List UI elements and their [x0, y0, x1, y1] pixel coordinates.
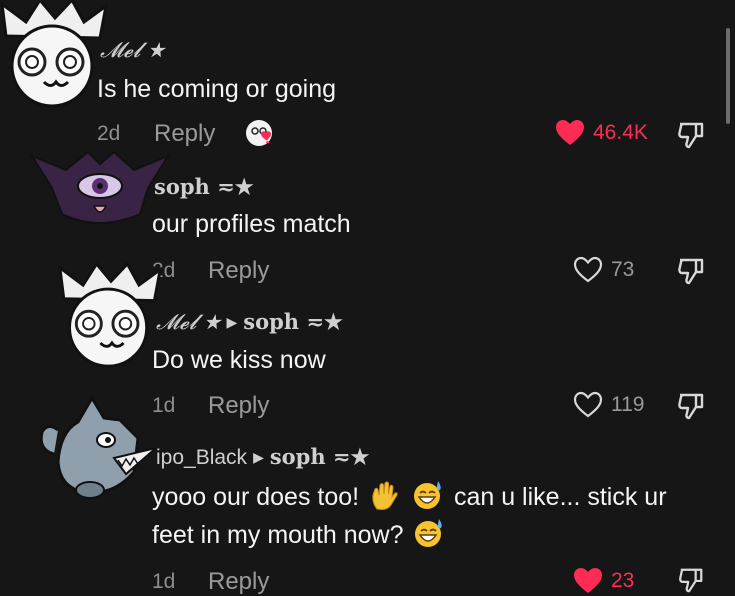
- reply-button[interactable]: Reply: [154, 120, 215, 148]
- comment-text: yooo our does too! can u like... stick u…: [152, 478, 722, 554]
- comment-age: 2d: [97, 122, 121, 145]
- comment-age: 1d: [152, 570, 176, 593]
- comment-username[interactable]: 𝓜𝓮𝓵 ★: [156, 310, 221, 334]
- comment-text-part: can u like... stick ur: [453, 483, 667, 511]
- purple-one-eyed-creature-avatar-icon[interactable]: [30, 148, 170, 228]
- reply-to-username[interactable]: soph ≂★: [243, 309, 343, 334]
- comment-username[interactable]: ipo_Black: [156, 446, 247, 469]
- comment-username[interactable]: soph ≂★: [154, 174, 254, 199]
- grinning-sweat-emoji-icon: [415, 519, 443, 547]
- comment-username-line: 𝓜𝓮𝓵 ★ ▶ soph ≂★: [156, 309, 343, 335]
- heart-filled-icon: [556, 120, 584, 145]
- white-cat-crown-avatar-icon[interactable]: [58, 262, 164, 370]
- dislike-icon[interactable]: [676, 256, 706, 286]
- white-cat-crown-avatar-icon[interactable]: [0, 0, 110, 110]
- reply-button[interactable]: Reply: [208, 392, 269, 420]
- grinning-sweat-emoji-icon: [414, 481, 441, 509]
- blue-shark-cat-avatar-icon[interactable]: [34, 392, 162, 504]
- comment-text: Do we kiss now: [152, 346, 326, 374]
- comment-username[interactable]: 𝓜𝓮𝓵 ★: [100, 38, 165, 63]
- comment-text-part: yooo our does too!: [152, 483, 360, 511]
- reply-to-username[interactable]: soph ≂★: [270, 444, 370, 469]
- dislike-icon[interactable]: [676, 120, 706, 150]
- reply-arrow-icon: ▶: [226, 315, 238, 331]
- dislike-icon[interactable]: [676, 391, 706, 421]
- creator-liked-avatar-icon: [246, 120, 272, 146]
- like-count: 46.4K: [593, 121, 648, 144]
- comment-text-part: feet in my mouth now?: [152, 521, 404, 549]
- like-count: 119: [611, 393, 645, 416]
- like-count: 73: [611, 258, 635, 281]
- reply-button[interactable]: Reply: [208, 257, 269, 285]
- comment-text: our profiles match: [152, 210, 351, 238]
- comment-username-line: ipo_Black ▶ soph ≂★: [156, 444, 369, 470]
- scrollbar[interactable]: [726, 28, 730, 124]
- heart-outline-icon: [573, 256, 603, 283]
- like-button[interactable]: 23: [573, 567, 634, 595]
- reply-button[interactable]: Reply: [208, 568, 269, 596]
- like-button[interactable]: 73: [573, 256, 634, 284]
- like-button[interactable]: 119: [573, 391, 644, 419]
- waving-hand-emoji-icon: [372, 481, 398, 510]
- like-count: 23: [611, 569, 635, 592]
- dislike-icon[interactable]: [676, 566, 706, 594]
- heart-filled-icon: [574, 568, 602, 593]
- comment-text: Is he coming or going: [97, 75, 337, 103]
- like-button[interactable]: 46.4K: [555, 119, 648, 147]
- heart-outline-icon: [573, 391, 603, 418]
- reply-arrow-icon: ▶: [253, 450, 264, 466]
